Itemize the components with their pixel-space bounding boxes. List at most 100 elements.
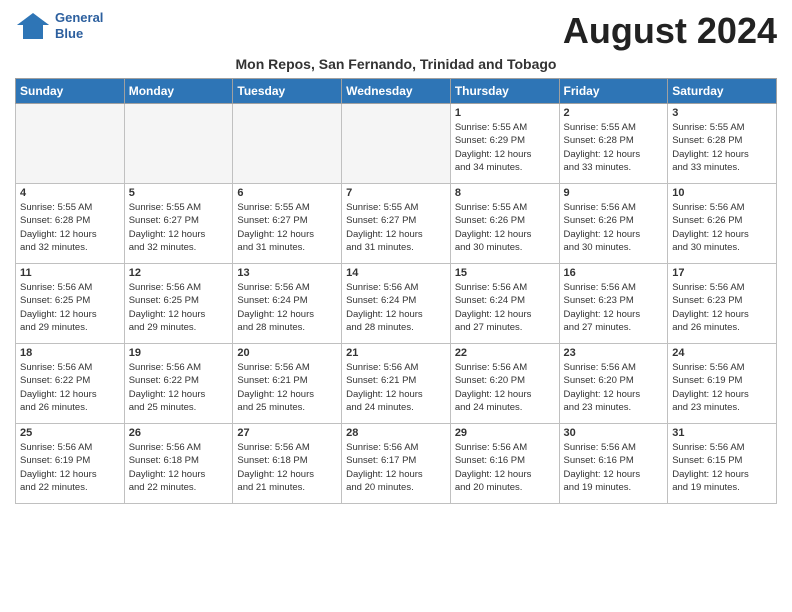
calendar-cell: 18 Sunrise: 5:56 AM Sunset: 6:22 PM Dayli…	[16, 344, 125, 424]
calendar-cell: 29 Sunrise: 5:56 AM Sunset: 6:16 PM Dayli…	[450, 424, 559, 504]
day-number: 18	[20, 347, 120, 359]
logo-icon	[15, 11, 51, 41]
day-number: 4	[20, 187, 120, 199]
week-row-4: 18 Sunrise: 5:56 AM Sunset: 6:22 PM Dayli…	[16, 344, 777, 424]
day-number: 19	[129, 347, 229, 359]
day-number: 15	[455, 267, 555, 279]
day-number: 7	[346, 187, 446, 199]
day-info: Sunrise: 5:56 AM Sunset: 6:18 PM Dayligh…	[237, 441, 337, 494]
calendar-cell: 27 Sunrise: 5:56 AM Sunset: 6:18 PM Dayli…	[233, 424, 342, 504]
week-row-5: 25 Sunrise: 5:56 AM Sunset: 6:19 PM Dayli…	[16, 424, 777, 504]
day-number: 9	[564, 187, 664, 199]
day-number: 1	[455, 107, 555, 119]
calendar-cell: 25 Sunrise: 5:56 AM Sunset: 6:19 PM Dayli…	[16, 424, 125, 504]
day-info: Sunrise: 5:56 AM Sunset: 6:17 PM Dayligh…	[346, 441, 446, 494]
day-number: 23	[564, 347, 664, 359]
day-info: Sunrise: 5:56 AM Sunset: 6:22 PM Dayligh…	[20, 361, 120, 414]
day-number: 26	[129, 427, 229, 439]
day-info: Sunrise: 5:56 AM Sunset: 6:20 PM Dayligh…	[455, 361, 555, 414]
day-info: Sunrise: 5:56 AM Sunset: 6:25 PM Dayligh…	[129, 281, 229, 334]
logo: General Blue	[15, 10, 103, 41]
calendar-cell: 10 Sunrise: 5:56 AM Sunset: 6:26 PM Dayli…	[668, 184, 777, 264]
day-number: 6	[237, 187, 337, 199]
day-number: 2	[564, 107, 664, 119]
calendar-cell: 11 Sunrise: 5:56 AM Sunset: 6:25 PM Dayli…	[16, 264, 125, 344]
calendar-cell: 12 Sunrise: 5:56 AM Sunset: 6:25 PM Dayli…	[124, 264, 233, 344]
day-number: 12	[129, 267, 229, 279]
calendar-cell: 23 Sunrise: 5:56 AM Sunset: 6:20 PM Dayli…	[559, 344, 668, 424]
day-info: Sunrise: 5:55 AM Sunset: 6:28 PM Dayligh…	[564, 121, 664, 174]
day-number: 29	[455, 427, 555, 439]
header-tuesday: Tuesday	[233, 79, 342, 104]
day-info: Sunrise: 5:55 AM Sunset: 6:28 PM Dayligh…	[672, 121, 772, 174]
day-number: 3	[672, 107, 772, 119]
calendar-cell: 20Sunrise: 5:56 AM Sunset: 6:21 PM Dayli…	[233, 344, 342, 424]
day-info: Sunrise: 5:55 AM Sunset: 6:29 PM Dayligh…	[455, 121, 555, 174]
day-number: 8	[455, 187, 555, 199]
day-info: Sunrise: 5:56 AM Sunset: 6:26 PM Dayligh…	[672, 201, 772, 254]
calendar-cell: 16Sunrise: 5:56 AM Sunset: 6:23 PM Dayli…	[559, 264, 668, 344]
day-number: 5	[129, 187, 229, 199]
day-info: Sunrise: 5:56 AM Sunset: 6:24 PM Dayligh…	[455, 281, 555, 334]
day-number: 25	[20, 427, 120, 439]
calendar-cell: 13 Sunrise: 5:56 AM Sunset: 6:24 PM Dayli…	[233, 264, 342, 344]
day-info: Sunrise: 5:56 AM Sunset: 6:18 PM Dayligh…	[129, 441, 229, 494]
day-info: Sunrise: 5:56 AM Sunset: 6:25 PM Dayligh…	[20, 281, 120, 334]
week-row-1: 1 Sunrise: 5:55 AM Sunset: 6:29 PM Daylig…	[16, 104, 777, 184]
calendar-cell: 22 Sunrise: 5:56 AM Sunset: 6:20 PM Dayli…	[450, 344, 559, 424]
day-info: Sunrise: 5:56 AM Sunset: 6:21 PM Dayligh…	[237, 361, 337, 414]
calendar-header-row: SundayMondayTuesdayWednesdayThursdayFrid…	[16, 79, 777, 104]
day-number: 13	[237, 267, 337, 279]
calendar-cell: 17 Sunrise: 5:56 AM Sunset: 6:23 PM Dayli…	[668, 264, 777, 344]
day-number: 27	[237, 427, 337, 439]
day-number: 28	[346, 427, 446, 439]
day-number: 21	[346, 347, 446, 359]
week-row-3: 11 Sunrise: 5:56 AM Sunset: 6:25 PM Dayli…	[16, 264, 777, 344]
day-info: Sunrise: 5:56 AM Sunset: 6:24 PM Dayligh…	[346, 281, 446, 334]
logo-line2: Blue	[55, 26, 103, 42]
day-number: 17	[672, 267, 772, 279]
day-info: Sunrise: 5:56 AM Sunset: 6:19 PM Dayligh…	[20, 441, 120, 494]
calendar-cell: 2 Sunrise: 5:55 AM Sunset: 6:28 PM Daylig…	[559, 104, 668, 184]
day-info: Sunrise: 5:56 AM Sunset: 6:23 PM Dayligh…	[672, 281, 772, 334]
day-number: 30	[564, 427, 664, 439]
calendar-cell: 14Sunrise: 5:56 AM Sunset: 6:24 PM Dayli…	[342, 264, 451, 344]
calendar-cell: 15 Sunrise: 5:56 AM Sunset: 6:24 PM Dayli…	[450, 264, 559, 344]
calendar-cell: 21Sunrise: 5:56 AM Sunset: 6:21 PM Dayli…	[342, 344, 451, 424]
week-row-2: 4 Sunrise: 5:55 AM Sunset: 6:28 PM Daylig…	[16, 184, 777, 264]
day-info: Sunrise: 5:56 AM Sunset: 6:22 PM Dayligh…	[129, 361, 229, 414]
calendar-cell: 24 Sunrise: 5:56 AM Sunset: 6:19 PM Dayli…	[668, 344, 777, 424]
header-sunday: Sunday	[16, 79, 125, 104]
day-info: Sunrise: 5:56 AM Sunset: 6:20 PM Dayligh…	[564, 361, 664, 414]
day-info: Sunrise: 5:55 AM Sunset: 6:28 PM Dayligh…	[20, 201, 120, 254]
day-number: 22	[455, 347, 555, 359]
calendar-cell: 5Sunrise: 5:55 AM Sunset: 6:27 PM Daylig…	[124, 184, 233, 264]
subtitle: Mon Repos, San Fernando, Trinidad and To…	[15, 56, 777, 72]
day-info: Sunrise: 5:55 AM Sunset: 6:27 PM Dayligh…	[237, 201, 337, 254]
day-number: 11	[20, 267, 120, 279]
calendar-cell: 6 Sunrise: 5:55 AM Sunset: 6:27 PM Daylig…	[233, 184, 342, 264]
day-info: Sunrise: 5:56 AM Sunset: 6:19 PM Dayligh…	[672, 361, 772, 414]
calendar-table: SundayMondayTuesdayWednesdayThursdayFrid…	[15, 78, 777, 504]
day-info: Sunrise: 5:55 AM Sunset: 6:26 PM Dayligh…	[455, 201, 555, 254]
logo-line1: General	[55, 10, 103, 26]
day-number: 24	[672, 347, 772, 359]
day-info: Sunrise: 5:56 AM Sunset: 6:16 PM Dayligh…	[455, 441, 555, 494]
calendar-cell: 30 Sunrise: 5:56 AM Sunset: 6:16 PM Dayli…	[559, 424, 668, 504]
day-number: 10	[672, 187, 772, 199]
calendar-cell	[233, 104, 342, 184]
calendar-cell: 1 Sunrise: 5:55 AM Sunset: 6:29 PM Daylig…	[450, 104, 559, 184]
calendar-cell: 9 Sunrise: 5:56 AM Sunset: 6:26 PM Daylig…	[559, 184, 668, 264]
day-info: Sunrise: 5:56 AM Sunset: 6:24 PM Dayligh…	[237, 281, 337, 334]
header-friday: Friday	[559, 79, 668, 104]
calendar-cell	[342, 104, 451, 184]
calendar-cell: 19 Sunrise: 5:56 AM Sunset: 6:22 PM Dayli…	[124, 344, 233, 424]
day-info: Sunrise: 5:56 AM Sunset: 6:26 PM Dayligh…	[564, 201, 664, 254]
day-info: Sunrise: 5:56 AM Sunset: 6:16 PM Dayligh…	[564, 441, 664, 494]
page-header: General Blue August 2024	[15, 10, 777, 52]
day-number: 31	[672, 427, 772, 439]
calendar-cell: 31 Sunrise: 5:56 AM Sunset: 6:15 PM Dayli…	[668, 424, 777, 504]
day-info: Sunrise: 5:56 AM Sunset: 6:15 PM Dayligh…	[672, 441, 772, 494]
calendar-cell: 7Sunrise: 5:55 AM Sunset: 6:27 PM Daylig…	[342, 184, 451, 264]
calendar-cell: 8 Sunrise: 5:55 AM Sunset: 6:26 PM Daylig…	[450, 184, 559, 264]
